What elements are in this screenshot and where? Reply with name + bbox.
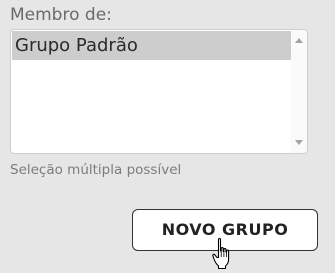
groups-listbox[interactable]: Grupo Padrão (10, 29, 308, 154)
member-of-label: Membro de: (10, 5, 112, 25)
listbox-option-default-group[interactable]: Grupo Padrão (12, 31, 291, 60)
hand-pointer-icon (212, 237, 230, 270)
scroll-up-arrow-icon[interactable] (295, 38, 303, 43)
scroll-down-arrow-icon[interactable] (295, 140, 303, 145)
listbox-scrollbar[interactable] (291, 30, 307, 153)
multiple-selection-hint: Seleção múltipla possível (10, 162, 182, 178)
